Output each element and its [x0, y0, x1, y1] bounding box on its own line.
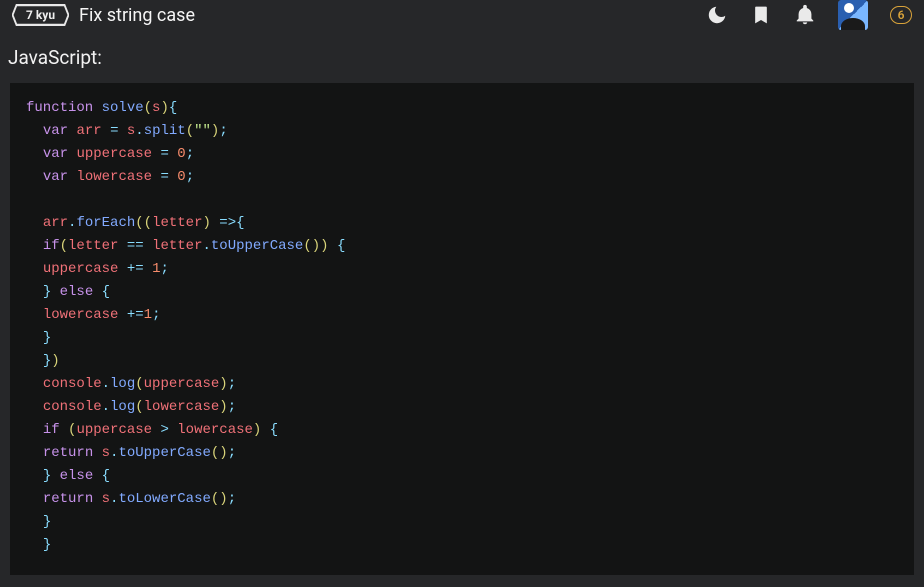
top-bar: 7 kyu Fix string case 6 — [0, 0, 924, 36]
language-label: JavaScript: — [0, 36, 924, 83]
code-line: arr.forEach((letter) =>{ — [26, 212, 898, 235]
kyu-label: 7 kyu — [26, 8, 55, 22]
kyu-badge[interactable]: 7 kyu — [12, 4, 69, 26]
code-line: uppercase += 1; — [26, 258, 898, 281]
honor-chip[interactable]: 6 — [890, 6, 912, 24]
code-line: if (uppercase > lowercase) { — [26, 419, 898, 442]
code-line: console.log(lowercase); — [26, 396, 898, 419]
code-line: } else { — [26, 281, 898, 304]
title-group: 7 kyu Fix string case — [12, 4, 195, 26]
code-block[interactable]: function solve(s){ var arr = s.split("")… — [26, 97, 898, 557]
code-line: }) — [26, 350, 898, 373]
code-line: function solve(s){ — [26, 97, 898, 120]
moon-icon[interactable] — [706, 4, 728, 26]
code-line: return s.toLowerCase(); — [26, 488, 898, 511]
code-line: } — [26, 327, 898, 350]
code-line: } else { — [26, 465, 898, 488]
kata-title[interactable]: Fix string case — [79, 5, 195, 26]
code-line: var lowercase = 0; — [26, 166, 898, 189]
code-line: var uppercase = 0; — [26, 143, 898, 166]
avatar[interactable] — [838, 0, 868, 30]
header-actions: 6 — [706, 0, 912, 30]
code-line: } — [26, 511, 898, 534]
code-panel: function solve(s){ var arr = s.split("")… — [10, 83, 914, 575]
bookmark-icon[interactable] — [750, 4, 772, 26]
bell-icon[interactable] — [794, 4, 816, 26]
code-line: return s.toUpperCase(); — [26, 442, 898, 465]
code-line: lowercase +=1; — [26, 304, 898, 327]
code-line: console.log(uppercase); — [26, 373, 898, 396]
code-line: } — [26, 534, 898, 557]
code-line: if(letter == letter.toUpperCase()) { — [26, 235, 898, 258]
code-line — [26, 189, 898, 212]
code-line: var arr = s.split(""); — [26, 120, 898, 143]
